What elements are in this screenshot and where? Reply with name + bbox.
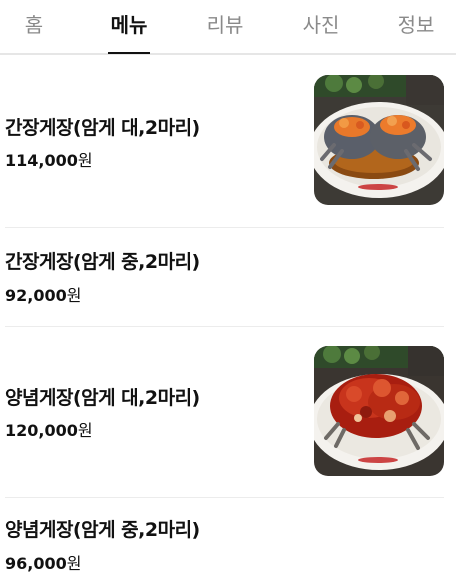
menu-list: 간장게장(암게 대,2마리) 114,000원 간장게장(암게 중,2마리) 9…	[0, 55, 456, 587]
menu-item[interactable]: 간장게장(암게 대,2마리) 114,000원	[0, 55, 456, 227]
tab-reviews[interactable]: 리뷰	[204, 0, 246, 53]
tab-info[interactable]: 정보	[394, 0, 438, 53]
tab-menu[interactable]: 메뉴	[108, 0, 150, 54]
menu-item-price: 114,000원	[5, 151, 93, 170]
tab-photos[interactable]: 사진	[300, 0, 342, 53]
menu-item-name: 양념게장(암게 중,2마리)	[5, 519, 200, 541]
menu-item[interactable]: 양념게장(암게 대,2마리) 120,000원	[0, 326, 456, 497]
menu-item-price: 92,000원	[5, 286, 82, 305]
menu-item[interactable]: 양념게장(암게 중,2마리) 96,000원	[0, 497, 456, 587]
menu-item-price: 120,000원	[5, 421, 93, 440]
soy-crab-photo[interactable]	[314, 75, 444, 205]
menu-item-name: 간장게장(암게 대,2마리)	[5, 117, 200, 139]
tab-home[interactable]: 홈	[14, 0, 54, 53]
menu-item-price: 96,000원	[5, 554, 82, 573]
soy-crab-icon	[314, 75, 444, 205]
menu-item[interactable]: 간장게장(암게 중,2마리) 92,000원	[0, 227, 456, 326]
menu-item-name: 간장게장(암게 중,2마리)	[5, 251, 200, 273]
spicy-crab-icon	[314, 346, 444, 476]
spicy-crab-photo[interactable]	[314, 346, 444, 476]
menu-tab-bar: 홈 메뉴 리뷰 사진 정보	[0, 0, 456, 55]
menu-item-name: 양념게장(암게 대,2마리)	[5, 387, 200, 409]
